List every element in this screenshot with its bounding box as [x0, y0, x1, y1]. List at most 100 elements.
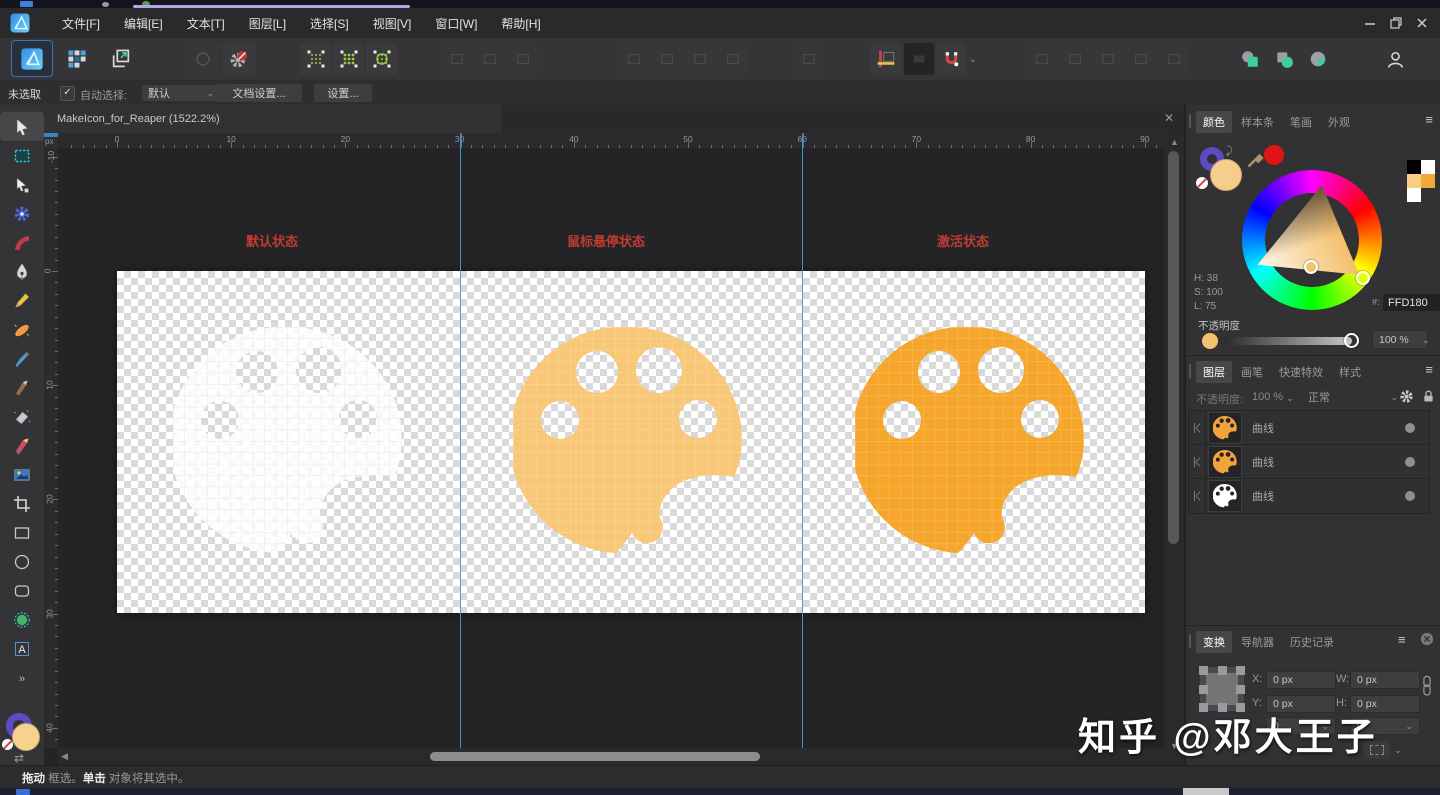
- toolbar-button-disabled[interactable]: [618, 43, 649, 75]
- guide-line-60px[interactable]: [802, 148, 803, 748]
- layer-clip-handle[interactable]: [1189, 411, 1206, 445]
- place-image-tool[interactable]: [0, 460, 44, 489]
- guide-line-30px[interactable]: [460, 148, 461, 748]
- tab-color-2[interactable]: 笔画: [1283, 111, 1319, 133]
- canvas-document[interactable]: [117, 271, 1145, 613]
- swap-fill-stroke-icon[interactable]: ⤸: [1226, 145, 1233, 158]
- pen-tool[interactable]: [0, 257, 44, 286]
- more-tools[interactable]: »: [0, 663, 44, 692]
- tab-color-3[interactable]: 外观: [1321, 111, 1357, 133]
- horizontal-ruler[interactable]: 0102030405060708090: [58, 133, 1164, 149]
- ruler-corner[interactable]: px: [44, 133, 58, 148]
- snapping-grid-button-2[interactable]: [333, 43, 364, 75]
- layers-opacity-chevron[interactable]: ⌄: [1286, 393, 1294, 404]
- pixel-persona-button[interactable]: [58, 41, 96, 76]
- color-panel-menu-icon[interactable]: ≡: [1425, 112, 1433, 127]
- snapping-options-chevron[interactable]: ⌄: [969, 54, 977, 65]
- toolbar-button-disabled[interactable]: [1125, 43, 1156, 75]
- snapping-grid-button-1[interactable]: [300, 43, 331, 75]
- erase-tool[interactable]: [0, 402, 44, 431]
- rounded-rectangle-tool[interactable]: [0, 576, 44, 605]
- vertical-scroll-thumb[interactable]: [1168, 151, 1179, 544]
- toolbar-button-disabled[interactable]: [1026, 43, 1057, 75]
- node-tool[interactable]: [0, 170, 44, 199]
- ellipse-tool[interactable]: [0, 547, 44, 576]
- fill-tool[interactable]: [0, 431, 44, 460]
- settings-button[interactable]: 设置...: [314, 84, 372, 102]
- layer-thumbnail[interactable]: [1208, 480, 1242, 512]
- layers-panel-menu-icon[interactable]: ≡: [1425, 362, 1433, 377]
- toolbar-button-disabled[interactable]: [684, 43, 715, 75]
- hex-input[interactable]: FFD180: [1383, 294, 1440, 311]
- boolean-intersect-button[interactable]: [1302, 43, 1334, 75]
- toolbar-button-disabled[interactable]: [1059, 43, 1090, 75]
- layer-clip-handle[interactable]: [1189, 445, 1206, 479]
- layer-name[interactable]: 曲线: [1252, 420, 1274, 436]
- menu-item-4[interactable]: 选择[S]: [298, 8, 361, 38]
- vector-brush-tool[interactable]: [0, 315, 44, 344]
- transform-panel-close-icon[interactable]: [1420, 632, 1434, 646]
- close-button[interactable]: [1414, 15, 1430, 31]
- layers-opacity-value[interactable]: 100 %: [1252, 391, 1283, 403]
- layer-clip-handle[interactable]: [1189, 479, 1206, 513]
- transform-panel-menu-icon[interactable]: ≡: [1398, 632, 1406, 647]
- toolbar-button-disabled[interactable]: [507, 43, 538, 75]
- horizontal-scroll-thumb[interactable]: [430, 752, 760, 761]
- lock-icon[interactable]: [1421, 388, 1436, 405]
- boolean-subtract-button[interactable]: [1268, 43, 1300, 75]
- layer-name[interactable]: 曲线: [1252, 488, 1274, 504]
- paint-brush-tool[interactable]: [0, 344, 44, 373]
- no-color-swatch[interactable]: [2, 739, 13, 750]
- color-comparison-swatches[interactable]: [1407, 160, 1435, 202]
- toolbar-button-disabled[interactable]: [186, 43, 220, 75]
- point-transform-tool[interactable]: [0, 199, 44, 228]
- tab-color-0[interactable]: 颜色: [1196, 111, 1232, 133]
- account-button[interactable]: [1378, 43, 1412, 75]
- snapping-grid-button-3[interactable]: [366, 43, 397, 75]
- tab-layers-1[interactable]: 画笔: [1234, 361, 1270, 383]
- menu-item-3[interactable]: 图层[L]: [237, 8, 298, 38]
- assistant-settings-button[interactable]: [222, 43, 256, 75]
- opacity-swatch[interactable]: [1202, 333, 1218, 349]
- scroll-up-arrow-icon[interactable]: ▲: [1170, 137, 1179, 147]
- tab-color-1[interactable]: 样本条: [1234, 111, 1281, 133]
- anchor-point-selector[interactable]: [1199, 666, 1245, 712]
- vertical-ruler[interactable]: -10 0 10 20 30 40: [44, 148, 59, 748]
- tab-layers-0[interactable]: 图层: [1196, 361, 1232, 383]
- triangle-selector-knob[interactable]: [1304, 260, 1318, 274]
- vertical-scrollbar[interactable]: ▲ ▼: [1164, 133, 1184, 765]
- tab-transform-1[interactable]: 导航器: [1234, 631, 1281, 653]
- minimize-button[interactable]: [1362, 15, 1378, 31]
- opacity-slider[interactable]: [1224, 337, 1352, 345]
- layer-row-0[interactable]: 曲线: [1188, 410, 1430, 446]
- menu-item-1[interactable]: 编辑[E]: [112, 8, 175, 38]
- restore-button[interactable]: [1388, 15, 1404, 31]
- panel-fill-swatch[interactable]: [1210, 159, 1242, 191]
- layer-thumbnail[interactable]: [1208, 412, 1242, 444]
- palette-icon-active-state[interactable]: [851, 326, 1087, 559]
- knife-tool[interactable]: [0, 373, 44, 402]
- toolbar-button-disabled[interactable]: [651, 43, 682, 75]
- layer-visibility-dot[interactable]: [1405, 457, 1415, 467]
- document-setup-button[interactable]: 文档设置...: [216, 84, 302, 102]
- artistic-text-tool[interactable]: A: [0, 634, 44, 663]
- menu-item-0[interactable]: 文件[F]: [50, 8, 112, 38]
- pencil-tool[interactable]: [0, 286, 44, 315]
- toolbar-button-disabled[interactable]: [474, 43, 505, 75]
- layer-settings-gear-icon[interactable]: [1398, 388, 1415, 405]
- layer-visibility-dot[interactable]: [1405, 491, 1415, 501]
- menu-item-6[interactable]: 窗口[W]: [423, 8, 489, 38]
- snapping-magnet-button[interactable]: [936, 43, 966, 75]
- toolbar-button-disabled[interactable]: [1092, 43, 1123, 75]
- transform-options-chevron[interactable]: ⌄: [1394, 745, 1402, 756]
- transform-field-input[interactable]: 0 px: [1350, 671, 1420, 689]
- toolbar-button-disabled[interactable]: [793, 43, 824, 75]
- scroll-left-arrow-icon[interactable]: ◀: [61, 751, 68, 762]
- document-tab[interactable]: MakeIcon_for_Reaper (1522.2%): [44, 105, 502, 133]
- menu-item-5[interactable]: 视图[V]: [361, 8, 424, 38]
- layer-row-1[interactable]: 曲线: [1188, 444, 1430, 480]
- layer-thumbnail[interactable]: [1208, 446, 1242, 478]
- toolbar-button-disabled[interactable]: [717, 43, 748, 75]
- link-dimensions-chain-icon[interactable]: [1420, 671, 1434, 705]
- tab-layers-2[interactable]: 快速特效: [1272, 361, 1330, 383]
